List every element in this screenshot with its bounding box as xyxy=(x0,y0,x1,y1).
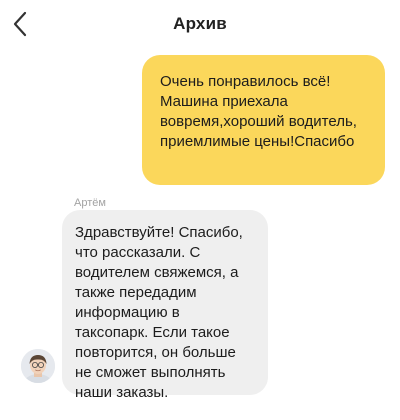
sender-name: Артём xyxy=(74,197,106,209)
chat-header: Архив xyxy=(0,0,400,48)
user-avatar-icon[interactable] xyxy=(21,349,55,383)
incoming-message-text: Здравствуйте! Спасибо, что рассказали. С… xyxy=(75,224,243,401)
outgoing-message-bubble[interactable]: Очень понравилось всё! Машина приехала в… xyxy=(142,55,385,185)
outgoing-message-text: Очень понравилось всё! Машина приехала в… xyxy=(160,73,357,150)
chat-screen: Архив Очень понравилось всё! Машина прие… xyxy=(0,0,400,420)
page-title: Архив xyxy=(173,14,227,33)
incoming-message-bubble[interactable]: Здравствуйте! Спасибо, что рассказали. С… xyxy=(62,210,268,401)
avatar-portrait-icon xyxy=(21,349,55,383)
